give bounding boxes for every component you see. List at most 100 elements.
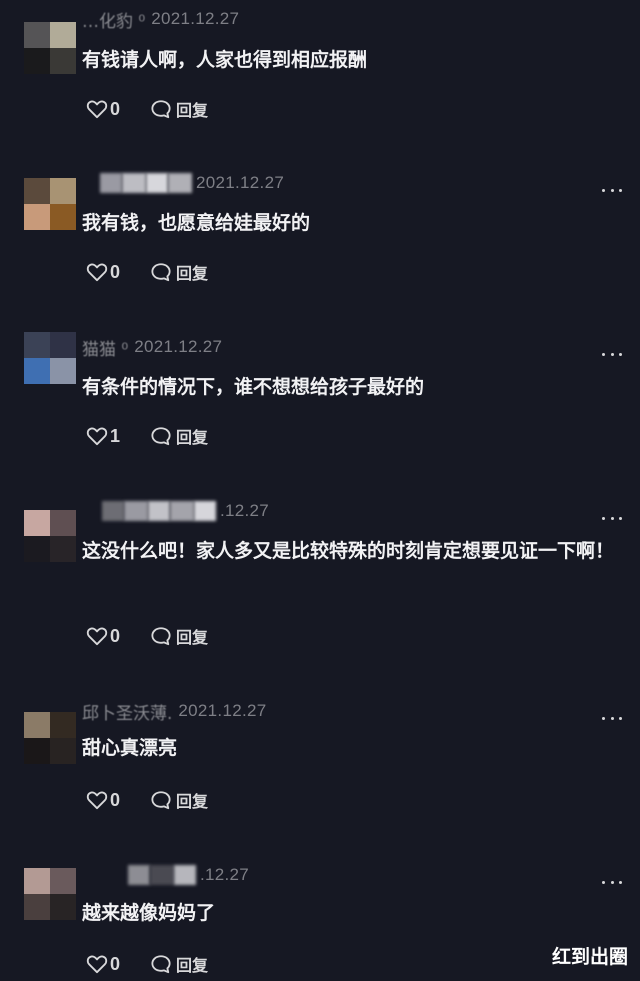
username[interactable]: 猫猫 ⁰ bbox=[82, 335, 128, 360]
reply-button[interactable]: 回复 bbox=[150, 97, 208, 121]
more-dots-icon[interactable] bbox=[602, 715, 622, 721]
like-count: 0 bbox=[110, 261, 121, 282]
avatar-pixel bbox=[50, 332, 76, 358]
avatar[interactable] bbox=[24, 510, 76, 562]
blurred-name-block bbox=[174, 865, 196, 885]
watermark: 红到出圈 bbox=[551, 946, 628, 968]
avatar-pixel bbox=[24, 332, 50, 358]
like-button[interactable]: 0 bbox=[86, 790, 120, 811]
avatar[interactable] bbox=[24, 868, 76, 920]
reply-label: 回复 bbox=[176, 264, 209, 283]
blurred-name-block bbox=[124, 501, 148, 521]
avatar-pixel bbox=[50, 868, 76, 894]
comment-meta: …化豹 ⁰ 2021.12.27 bbox=[82, 7, 240, 32]
comment-date: .12.27 bbox=[220, 501, 270, 520]
heart-outline-icon bbox=[86, 791, 108, 810]
comment-item: 2021.12.27 我有钱，也愿意给娃最好的 0 回复 bbox=[0, 164, 640, 328]
avatar-pixel bbox=[24, 536, 50, 562]
blurred-name-block bbox=[122, 173, 146, 193]
blurred-name-block bbox=[168, 173, 192, 193]
comment-text: 甜心真漂亮 bbox=[82, 737, 178, 759]
like-count: 1 bbox=[110, 425, 121, 446]
avatar-pixel bbox=[50, 48, 76, 74]
avatar-pixel bbox=[50, 178, 76, 204]
comment-date: 2021.12.27 bbox=[134, 337, 223, 356]
heart-outline-icon bbox=[86, 627, 108, 646]
like-button[interactable]: 0 bbox=[86, 99, 120, 120]
more-dots-icon[interactable] bbox=[602, 351, 622, 357]
reply-label: 回复 bbox=[176, 956, 209, 975]
comment-actions: 0 回复 bbox=[86, 951, 208, 977]
avatar-pixel bbox=[24, 358, 50, 384]
like-count: 0 bbox=[110, 953, 121, 974]
comment-actions: 0 回复 bbox=[86, 259, 208, 285]
comment-text: 有钱请人啊，人家也得到相应报酬 bbox=[82, 49, 368, 71]
more-dots-icon[interactable] bbox=[602, 515, 622, 521]
avatar-pixel bbox=[50, 358, 76, 384]
username[interactable]: …化豹 ⁰ bbox=[82, 7, 145, 32]
reply-label: 回复 bbox=[176, 101, 209, 120]
reply-label: 回复 bbox=[176, 428, 209, 447]
blurred-name-block bbox=[194, 501, 216, 521]
comment-actions: 0 回复 bbox=[86, 96, 208, 122]
avatar[interactable] bbox=[24, 178, 76, 230]
avatar-pixel bbox=[24, 738, 50, 764]
blurred-name-block bbox=[150, 865, 174, 885]
blurred-username[interactable] bbox=[128, 865, 196, 885]
comment-item: …化豹 ⁰ 2021.12.27 有钱请人啊，人家也得到相应报酬 0 回复 bbox=[0, 0, 640, 164]
comment-date: 2021.12.27 bbox=[196, 173, 285, 192]
like-count: 0 bbox=[110, 789, 121, 810]
avatar-pixel bbox=[50, 712, 76, 738]
comment-actions: 0 回复 bbox=[86, 787, 208, 813]
comment-actions: 0 回复 bbox=[86, 623, 208, 649]
comment-text: 有条件的情况下，谁不想想给孩子最好的 bbox=[82, 376, 425, 398]
avatar-pixel bbox=[24, 510, 50, 536]
reply-button[interactable]: 回复 bbox=[150, 424, 208, 448]
comment-date: .12.27 bbox=[200, 865, 250, 884]
avatar-pixel bbox=[50, 536, 76, 562]
heart-outline-icon bbox=[86, 263, 108, 282]
speech-bubble-icon bbox=[151, 955, 171, 974]
like-button[interactable]: 0 bbox=[86, 954, 120, 975]
blurred-username[interactable] bbox=[100, 173, 192, 193]
reply-button[interactable]: 回复 bbox=[150, 788, 208, 812]
comment-meta: .12.27 bbox=[128, 864, 249, 886]
blurred-name-block bbox=[102, 501, 124, 521]
blurred-username[interactable] bbox=[102, 501, 216, 521]
avatar-pixel bbox=[50, 894, 76, 920]
like-count: 0 bbox=[110, 625, 121, 646]
comment-meta: .12.27 bbox=[102, 500, 269, 522]
comment-date: 2021.12.27 bbox=[178, 701, 267, 720]
like-button[interactable]: 0 bbox=[86, 262, 120, 283]
comment-date: 2021.12.27 bbox=[151, 9, 240, 28]
avatar-pixel bbox=[24, 48, 50, 74]
avatar[interactable] bbox=[24, 332, 76, 384]
username[interactable]: 邱卜圣沃薄. bbox=[82, 699, 172, 724]
heart-outline-icon bbox=[86, 100, 108, 119]
avatar-pixel bbox=[24, 894, 50, 920]
comment-item: .12.27 这没什么吧！家人多又是比较特殊的时刻肯定想要见证一下啊！ 0 回复 bbox=[0, 492, 640, 692]
avatar[interactable] bbox=[24, 22, 76, 74]
reply-label: 回复 bbox=[176, 628, 209, 647]
like-button[interactable]: 1 bbox=[86, 426, 120, 447]
heart-outline-icon bbox=[86, 427, 108, 446]
blurred-name-block bbox=[170, 501, 194, 521]
blurred-name-block bbox=[146, 173, 168, 193]
more-dots-icon[interactable] bbox=[602, 187, 622, 193]
avatar-pixel bbox=[24, 712, 50, 738]
reply-button[interactable]: 回复 bbox=[150, 260, 208, 284]
avatar-pixel bbox=[50, 510, 76, 536]
like-count: 0 bbox=[110, 98, 121, 119]
blurred-name-block bbox=[148, 501, 170, 521]
comment-actions: 1 回复 bbox=[86, 423, 208, 449]
reply-button[interactable]: 回复 bbox=[150, 952, 208, 976]
like-button[interactable]: 0 bbox=[86, 626, 120, 647]
avatar-pixel bbox=[50, 22, 76, 48]
avatar[interactable] bbox=[24, 712, 76, 764]
reply-button[interactable]: 回复 bbox=[150, 624, 208, 648]
more-dots-icon[interactable] bbox=[602, 879, 622, 885]
comment-text: 这没什么吧！家人多又是比较特殊的时刻肯定想要见证一下啊！ bbox=[82, 540, 615, 562]
speech-bubble-icon bbox=[151, 791, 171, 810]
avatar-pixel bbox=[50, 204, 76, 230]
reply-label: 回复 bbox=[176, 792, 209, 811]
